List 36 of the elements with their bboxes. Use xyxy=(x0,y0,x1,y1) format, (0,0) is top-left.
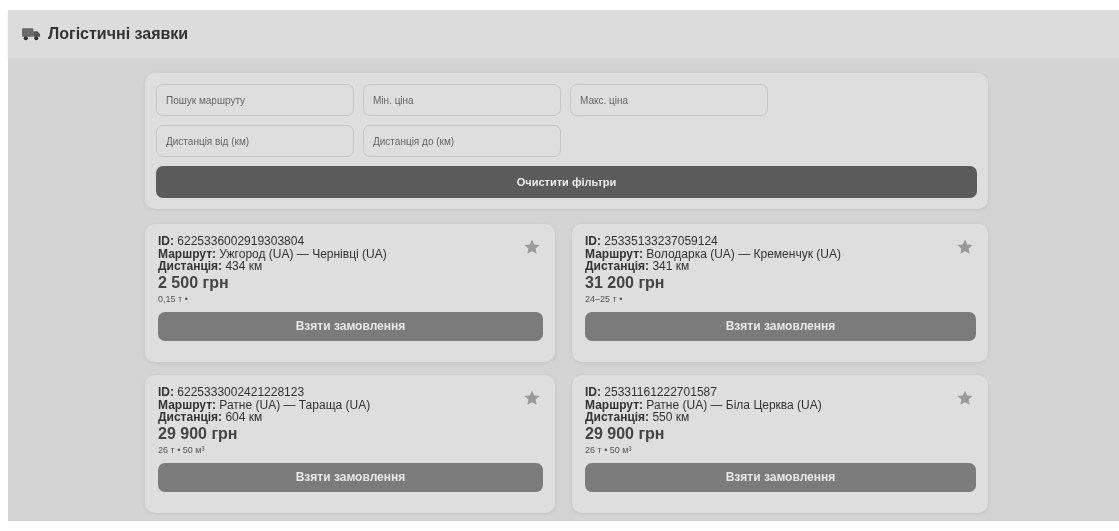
page-title: Логістичні заявки xyxy=(48,25,189,43)
order-price: 31 200 грн xyxy=(585,273,666,292)
filter-field[interactable]: Пошук маршруту xyxy=(156,84,354,116)
star-icon[interactable] xyxy=(523,238,541,256)
filter-field[interactable]: Макс. ціна xyxy=(570,84,768,116)
cargo-info: 24–25 т • xyxy=(585,293,624,304)
take-order-button[interactable]: Взяти замовлення xyxy=(158,462,543,492)
filter-field[interactable]: Мін. ціна xyxy=(363,84,561,116)
order-distance: Дистанція: 341 км xyxy=(585,260,690,273)
star-icon[interactable] xyxy=(956,389,974,407)
order-id: ID: 6225336002919303804 xyxy=(158,235,306,248)
star-icon[interactable] xyxy=(956,238,974,256)
order-route: Маршрут: Ужгород (UA) — Чернівці (UA) xyxy=(158,247,387,260)
order-route: Маршрут: Володарка (UA) — Кременчук (UA) xyxy=(585,247,841,260)
truck-icon xyxy=(22,27,41,41)
cargo-info: 26 т • 50 м³ xyxy=(158,444,206,455)
order-price: 2 500 грн xyxy=(158,273,230,292)
order-id: ID: 25335133237059124 xyxy=(585,235,719,248)
filter-field[interactable]: Дистанція від (км) xyxy=(156,125,354,157)
take-order-button[interactable]: Взяти замовлення xyxy=(158,311,543,341)
cargo-info: 0,15 т • xyxy=(158,293,189,304)
order-id: ID: 25331161222701587 xyxy=(585,386,718,399)
clear-filters-button[interactable]: Очистити фільтри xyxy=(156,166,977,198)
filter-field[interactable]: Дистанція до (км) xyxy=(363,125,561,157)
order-distance: Дистанція: 434 км xyxy=(158,260,263,273)
order-distance: Дистанція: 604 км xyxy=(158,411,263,424)
cargo-info: 26 т • 50 м³ xyxy=(585,444,633,455)
order-price: 29 900 грн xyxy=(158,424,239,443)
take-order-button[interactable]: Взяти замовлення xyxy=(585,462,976,492)
order-route: Маршрут: Ратне (UA) — Біла Церква (UA) xyxy=(585,398,822,411)
take-order-button[interactable]: Взяти замовлення xyxy=(585,311,976,341)
order-price: 29 900 грн xyxy=(585,424,666,443)
order-distance: Дистанція: 550 км xyxy=(585,411,690,424)
star-icon[interactable] xyxy=(523,389,541,407)
order-route: Маршрут: Ратне (UA) — Тараща (UA) xyxy=(158,398,371,411)
order-id: ID: 6225333002421228123 xyxy=(158,386,306,399)
